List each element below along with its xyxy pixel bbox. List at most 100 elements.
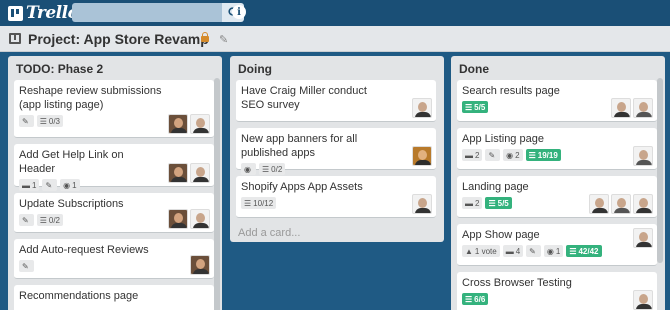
avatar[interactable] [168,163,188,183]
search-input[interactable] [72,3,222,22]
pencil-icon[interactable]: ✎ [219,33,228,46]
description-badge: ✎ [526,245,541,257]
top-header: Trello i [0,0,670,26]
avatar[interactable] [190,209,210,229]
card[interactable]: App Show page ▲ 1 vote ▬ 4 ✎ ◉ 1 ☰ 42/42 [457,224,657,266]
attachment-icon: ◉ [63,180,71,190]
checklist-icon: ☰ [465,102,473,112]
card-title: New app banners for all published apps [241,133,358,159]
comments-badge: ▬ 1 [19,179,40,191]
avatar[interactable] [168,114,188,134]
board-title[interactable]: Project: App Store Revamp [28,31,209,47]
avatar[interactable] [633,290,653,310]
pencil-icon: ✎ [45,180,53,190]
avatar[interactable] [633,228,653,248]
pencil-icon: ✎ [488,150,496,160]
checklist-badge-complete: ☰ 5/5 [462,101,489,113]
avatar[interactable] [190,114,210,134]
card-members [410,194,432,214]
checklist-icon: ☰ [39,116,47,126]
avatar[interactable] [589,194,609,214]
avatar[interactable] [633,146,653,166]
card-members [609,98,653,118]
lock-icon[interactable] [201,32,209,42]
checklist-count: 6/6 [474,294,486,304]
avatar[interactable] [412,146,432,166]
avatar[interactable] [611,194,631,214]
card[interactable]: Add Auto-request Reviews ✎ [14,239,214,279]
board-icon[interactable] [9,33,21,44]
card-members [587,194,653,214]
attachment-icon: ◉ [506,150,514,160]
info-icon[interactable]: i [232,5,246,19]
card[interactable]: Recommendations page [14,285,214,310]
board-header: Project: App Store Revamp ✎ [0,26,670,52]
card[interactable]: New app banners for all published apps ◉… [236,128,436,175]
avatar[interactable] [190,255,210,275]
checklist-count: 10/12 [253,198,274,208]
card-members [410,98,432,118]
pencil-icon: ✎ [22,116,29,126]
checklist-icon: ☰ [261,164,270,174]
attachments-badge: ◉ 1 [543,245,564,257]
checklist-badge-complete: ☰ 5/5 [485,197,512,209]
thumbs-up-icon: ▲ [465,246,473,256]
checklist-icon: ☰ [39,215,47,225]
list-done: Done Search results page ☰ 5/5 App Listin… [451,56,665,310]
list-title[interactable]: Doing [230,56,444,80]
list-doing: Doing Have Craig Miller conduct SEO surv… [230,56,444,242]
card-title: Search results page [462,85,560,97]
avatar[interactable] [633,194,653,214]
checklist-icon: ☰ [488,198,496,208]
checklist-icon: ☰ [569,246,577,256]
card[interactable]: Update Subscriptions ✎ ☰ 0/2 [14,193,214,233]
avatar[interactable] [633,98,653,118]
avatar[interactable] [412,194,432,214]
card-members [631,228,653,248]
scrollbar[interactable] [657,78,663,263]
card[interactable]: Cross Browser Testing ☰ 6/6 [457,272,657,310]
checklist-count: 0/2 [271,164,283,174]
attachment-count: 2 [515,150,520,160]
attachments-badge: ◉ 2 [503,149,523,161]
avatar[interactable] [168,209,188,229]
checklist-count: 0/2 [48,215,60,225]
pencil-icon: ✎ [529,246,536,256]
avatar[interactable] [611,98,631,118]
comment-count: 4 [515,246,521,256]
comments-badge: ▬ 2 [462,197,483,209]
comment-icon: ▬ [465,150,473,160]
list-title[interactable]: Done [451,56,665,80]
pencil-icon: ✎ [22,261,29,271]
scrollbar[interactable] [214,78,220,310]
card[interactable]: Reshape review submissions (app listing … [14,80,214,138]
avatar[interactable] [412,98,432,118]
checklist-count: 5/5 [474,102,486,112]
avatar[interactable] [190,163,210,183]
card-members [631,290,653,310]
card[interactable]: Have Craig Miller conduct SEO survey [236,80,436,122]
checklist-badge: ☰ 0/2 [36,214,63,226]
description-badge: ✎ [19,115,34,127]
card-title: App Show page [462,229,540,241]
comments-badge: ▬ 2 [462,149,483,161]
card[interactable]: Landing page ▬ 2 ☰ 5/5 [457,176,657,218]
add-card-link[interactable]: Add a card... [236,224,436,246]
card-members [166,114,210,134]
card-title: Landing page [462,181,529,193]
card-title: Cross Browser Testing [462,277,572,289]
description-badge: ✎ [19,260,34,272]
eye-icon: ◉ [244,164,251,174]
description-badge: ✎ [19,214,34,226]
card-title: App Listing page [462,133,544,145]
card[interactable]: Search results page ☰ 5/5 [457,80,657,122]
list-title[interactable]: TODO: Phase 2 [8,56,222,80]
card[interactable]: Add Get Help Link on Header ▬ 1 ✎ ◉ 1 [14,144,214,191]
card[interactable]: Shopify Apps App Assets ☰ 10/12 [236,176,436,218]
card[interactable]: App Listing page ▬ 2 ✎ ◉ 2 ☰ 19/19 [457,128,657,170]
trello-logo[interactable]: Trello [8,3,79,23]
attachment-icon: ◉ [546,246,554,256]
checklist-count: 0/3 [48,116,60,126]
description-badge: ✎ [485,149,501,161]
pencil-icon: ✎ [22,215,29,225]
